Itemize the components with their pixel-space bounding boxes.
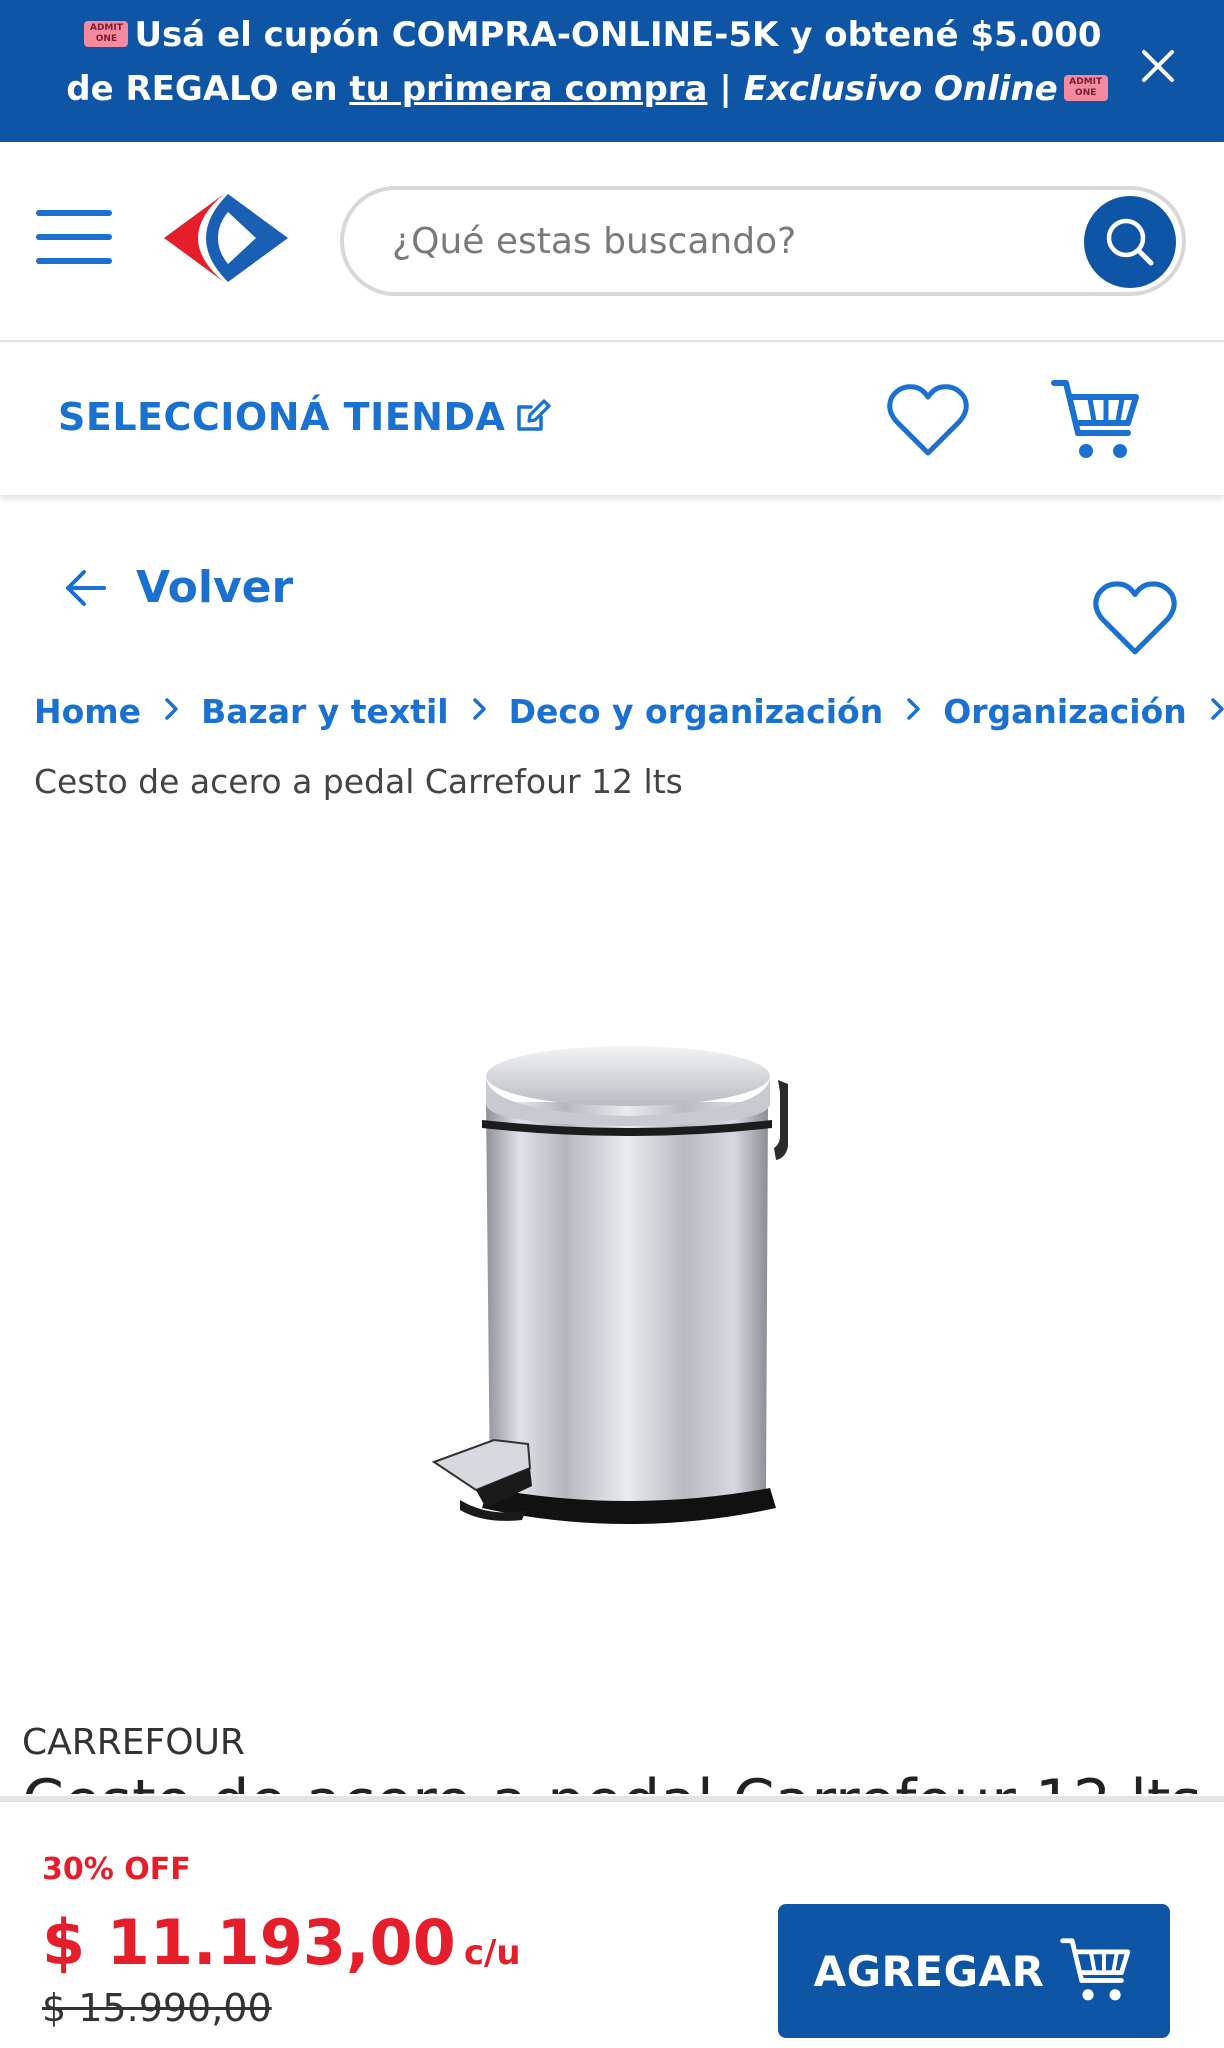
chevron-right-icon — [883, 695, 943, 727]
store-bar: SELECCIONÁ TIENDA — [0, 343, 1224, 495]
promo-exclusive: Exclusivo Online — [743, 69, 1058, 109]
back-label: Volver — [136, 562, 294, 613]
ticket-icon: ADMIT ONE — [1063, 74, 1108, 101]
search-input[interactable] — [392, 190, 1032, 292]
product-title: Cesto de acero a pedal Carrefour 12 lts — [22, 1776, 1202, 1794]
add-to-cart-label: AGREGAR — [813, 1946, 1045, 1996]
back-link[interactable]: Volver — [64, 562, 293, 613]
search-button[interactable] — [1084, 196, 1176, 288]
discount-badge: 30% OFF — [42, 1852, 191, 1887]
arrow-left-icon — [66, 569, 106, 606]
add-to-cart-button[interactable]: AGREGAR — [778, 1904, 1170, 2038]
breadcrumb-current: Cesto de acero a pedal Carrefour 12 lts — [34, 762, 683, 801]
cart-icon[interactable] — [1050, 377, 1142, 465]
cart-icon — [1060, 1938, 1131, 2001]
old-price: $ 15.990,00 — [42, 1986, 272, 2030]
heart-icon[interactable] — [886, 383, 970, 459]
edit-icon — [517, 399, 552, 431]
search-icon — [1106, 218, 1154, 266]
select-store-label: SELECCIONÁ TIENDA — [58, 395, 506, 439]
breadcrumb: Home Bazar y textil Deco y organización … — [34, 686, 1224, 736]
product-brand: CARREFOUR — [22, 1722, 245, 1763]
price-unit: c/u — [463, 1933, 521, 1973]
ticket-icon: ADMIT ONE — [84, 20, 129, 47]
breadcrumb-item-organizacion[interactable]: Organización — [943, 692, 1187, 731]
promo-text: ADMIT ONE Usá el cupón COMPRA-ONLINE-5K y… — [60, 8, 1120, 116]
chevron-right-icon — [141, 695, 201, 727]
search-bar — [340, 186, 1186, 296]
current-price: $ 11.193,00 c/u — [42, 1906, 521, 1979]
hamburger-menu-icon[interactable] — [36, 204, 116, 270]
heart-icon[interactable] — [1092, 580, 1178, 658]
select-store-link[interactable]: SELECCIONÁ TIENDA — [58, 395, 552, 439]
site-header — [0, 142, 1224, 342]
promo-banner: ADMIT ONE Usá el cupón COMPRA-ONLINE-5K y… — [0, 0, 1224, 142]
promo-separator: | — [707, 69, 744, 109]
chevron-right-icon — [449, 695, 509, 727]
carrefour-logo[interactable] — [158, 190, 292, 286]
price-amount: $ 11.193,00 — [42, 1906, 456, 1979]
product-image[interactable] — [430, 1040, 810, 1560]
promo-link[interactable]: tu primera compra — [349, 69, 707, 109]
breadcrumb-item-home[interactable]: Home — [34, 692, 141, 731]
breadcrumb-item-bazar[interactable]: Bazar y textil — [201, 692, 449, 731]
chevron-right-icon — [1187, 695, 1224, 727]
close-icon[interactable] — [1130, 38, 1186, 94]
purchase-bar: 30% OFF $ 11.193,00 c/u $ 15.990,00 AGRE… — [0, 1796, 1224, 2048]
breadcrumb-item-deco[interactable]: Deco y organización — [509, 692, 884, 731]
